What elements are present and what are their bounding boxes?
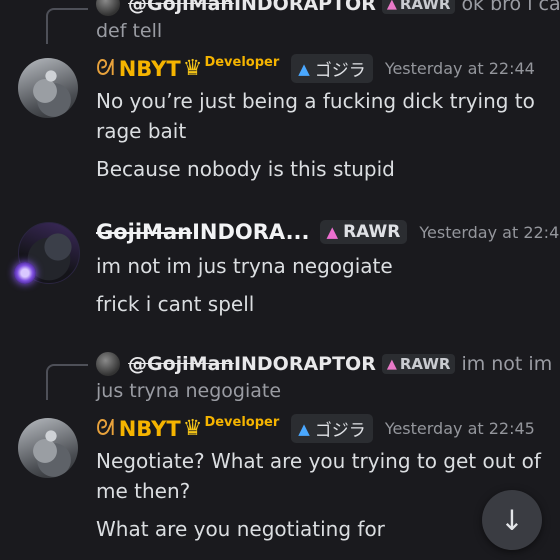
avatar-decoration [14, 262, 36, 284]
reply-text-continued: jus tryna negogiate [96, 380, 282, 402]
reply-guild-tag: ▲ RAWR [381, 0, 456, 14]
message-text: Because nobody is this stupid [96, 157, 395, 181]
crown-icon: ♛ [182, 416, 203, 441]
reply-text: ok bro i can [461, 0, 560, 15]
scorpion-icon: ᘛ [96, 416, 115, 441]
message-text: im not im jus tryna negogiate [96, 254, 393, 278]
message-header: ᘛ NBYT ♛ Developer ▲ ゴジラ Yesterday at 22… [96, 54, 535, 83]
jump-to-bottom-button[interactable]: ↓ [482, 490, 542, 550]
flame-icon: ▲ [386, 0, 397, 12]
reply-avatar [96, 352, 120, 376]
reply-author: @GojiManINDORAPTOR [128, 0, 376, 15]
reply-author: @GojiManINDORAPTOR [128, 353, 376, 375]
developer-badge: Developer [204, 55, 280, 70]
guild-tag[interactable]: ▲ ゴジラ [291, 414, 373, 443]
author-name[interactable]: GojiManINDORA... [96, 220, 310, 244]
flame-icon: ▲ [298, 59, 310, 78]
reply-text: im not im [461, 353, 553, 375]
reply-preview[interactable]: @GojiManINDORAPTOR ▲ RAWR im not im [96, 352, 552, 376]
timestamp[interactable]: Yesterday at 22:44 [419, 223, 560, 242]
developer-badge: Developer [204, 415, 280, 430]
reply-text-continued: def tell [96, 20, 163, 42]
flame-icon: ▲ [386, 356, 397, 372]
author-name[interactable]: NBYT [119, 417, 181, 441]
message-header: ᘛ NBYT ♛ Developer ▲ ゴジラ Yesterday at 22… [96, 414, 535, 443]
message-header: GojiManINDORA... ▲ RAWR Yesterday at 22:… [96, 220, 560, 244]
guild-tag[interactable]: ▲ RAWR [319, 220, 408, 244]
reply-guild-tag: ▲ RAWR [381, 354, 456, 374]
chat-view: @GojiManINDORAPTOR ▲ RAWR ok bro i can d… [0, 0, 560, 560]
guild-tag[interactable]: ▲ ゴジラ [291, 54, 373, 83]
flame-icon: ▲ [298, 419, 310, 438]
reply-avatar [96, 0, 120, 16]
reply-preview[interactable]: @GojiManINDORAPTOR ▲ RAWR ok bro i can [96, 0, 560, 16]
arrow-down-icon: ↓ [500, 503, 524, 537]
message-text: Negotiate? What are you trying to get ou… [96, 449, 541, 503]
message-text: frick i cant spell [96, 292, 255, 316]
flame-icon: ▲ [326, 223, 339, 241]
avatar[interactable] [18, 58, 78, 118]
timestamp[interactable]: Yesterday at 22:44 [385, 59, 535, 78]
reply-connector [46, 364, 88, 400]
message-text: No you’re just being a fucking dick tryi… [96, 89, 535, 143]
author-name[interactable]: NBYT [119, 57, 181, 81]
message-text: What are you negotiating for [96, 517, 385, 541]
crown-icon: ♛ [182, 56, 203, 81]
scorpion-icon: ᘛ [96, 56, 115, 81]
reply-connector [46, 8, 88, 44]
avatar[interactable] [18, 418, 78, 478]
timestamp[interactable]: Yesterday at 22:45 [385, 419, 535, 438]
